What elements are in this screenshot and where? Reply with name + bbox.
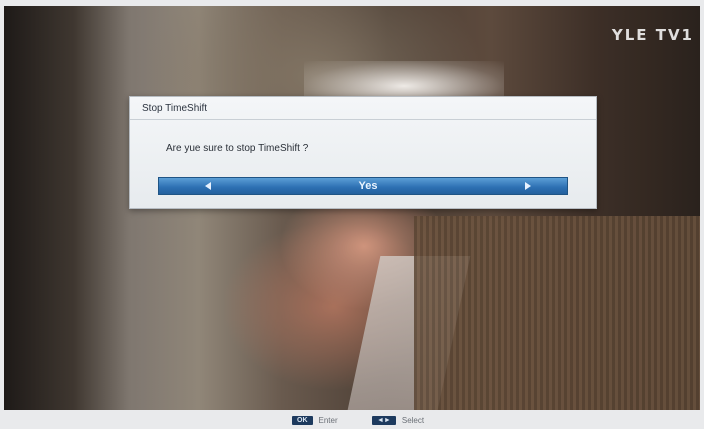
dialog-message: Are yue sure to stop TimeShift ? — [166, 143, 309, 154]
selector-value: Yes — [358, 180, 378, 192]
hint-bar: OK Enter ◄► Select — [0, 410, 704, 429]
hint-enter-label: Enter — [318, 416, 338, 425]
arrow-left-icon[interactable] — [205, 182, 211, 190]
confirm-selector[interactable]: Yes — [158, 177, 568, 195]
hint-enter: OK Enter — [292, 416, 338, 425]
dialog-divider — [130, 119, 596, 120]
video-screen: YLE TV1 Stop TimeShift Are yue sure to s… — [4, 6, 700, 410]
channel-logo: YLE TV1 — [611, 26, 694, 44]
arrows-key-icon: ◄► — [372, 416, 396, 425]
ok-key-icon: OK — [292, 416, 313, 425]
hint-select: ◄► Select — [372, 416, 424, 425]
video-coat — [414, 216, 700, 410]
arrow-right-icon[interactable] — [525, 182, 531, 190]
hint-select-label: Select — [401, 416, 425, 425]
stop-timeshift-dialog: Stop TimeShift Are yue sure to stop Time… — [129, 96, 597, 209]
dialog-title: Stop TimeShift — [142, 103, 208, 114]
